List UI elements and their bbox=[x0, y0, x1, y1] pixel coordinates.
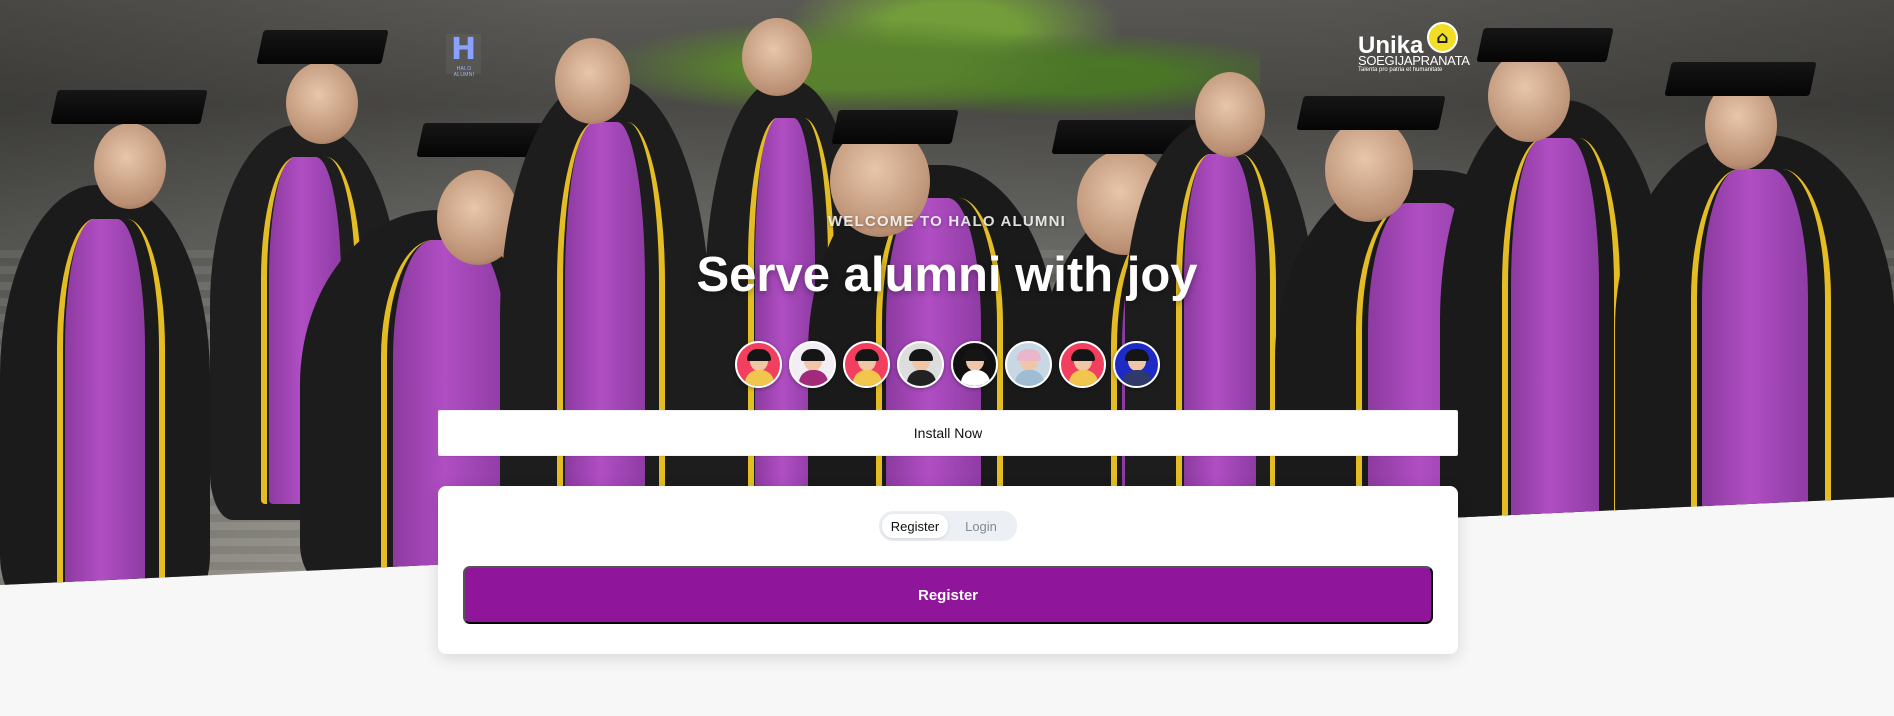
auth-tab-switcher: Register Login bbox=[879, 511, 1017, 541]
logo-caption: HALO ALUMNI bbox=[453, 66, 475, 78]
avatar-red-icon bbox=[843, 341, 890, 388]
avatar-red-icon bbox=[735, 341, 782, 388]
mortarboard-cap bbox=[50, 90, 208, 124]
graduate-head bbox=[1325, 117, 1413, 222]
avatar-pink-icon bbox=[789, 341, 836, 388]
mortarboard-cap bbox=[1476, 28, 1614, 62]
seal-icon: ⌂ bbox=[1427, 22, 1458, 53]
mortarboard-cap bbox=[1296, 96, 1446, 130]
avatar-blue-icon bbox=[1113, 341, 1160, 388]
tab-register[interactable]: Register bbox=[882, 514, 948, 538]
wordmark-motto: Talenta pro patria et humanitate bbox=[1358, 67, 1443, 73]
graduate-head bbox=[1488, 50, 1570, 142]
unika-soegijapranata-logo-icon[interactable]: ⌂ Unika SOEGIJAPRANATA Talenta pro patri… bbox=[1358, 22, 1470, 74]
wordmark-subtitle: SOEGIJAPRANATA bbox=[1358, 53, 1470, 68]
graduate-head bbox=[94, 123, 166, 209]
auth-card: Register Login Register bbox=[438, 486, 1458, 654]
graduate-gown bbox=[1615, 135, 1894, 555]
page: H HALO ALUMNI ⌂ Unika SOEGIJAPRANATA Tal… bbox=[0, 0, 1894, 716]
install-now-button[interactable]: Install Now bbox=[438, 410, 1458, 456]
mortarboard-cap bbox=[831, 110, 959, 144]
register-button[interactable]: Register bbox=[463, 566, 1433, 624]
graduate-head bbox=[555, 38, 630, 124]
avatar-light-icon bbox=[1005, 341, 1052, 388]
welcome-eyebrow: WELCOME TO HALO ALUMNI bbox=[827, 213, 1067, 230]
page-title: Serve alumni with joy bbox=[696, 248, 1198, 302]
mortarboard-cap bbox=[1664, 62, 1817, 96]
graduate-head bbox=[1195, 72, 1265, 157]
logo-mark: H bbox=[450, 32, 477, 67]
mortarboard-cap bbox=[256, 30, 389, 64]
graduate-gown bbox=[0, 185, 210, 585]
tab-login[interactable]: Login bbox=[948, 514, 1014, 538]
avatar-black-icon bbox=[951, 341, 998, 388]
graduate-head bbox=[286, 62, 358, 144]
avatar-red-icon bbox=[1059, 341, 1106, 388]
alumni-avatar-strip bbox=[735, 341, 1160, 389]
avatar-photo-icon bbox=[897, 341, 944, 388]
graduate-head bbox=[742, 18, 812, 96]
